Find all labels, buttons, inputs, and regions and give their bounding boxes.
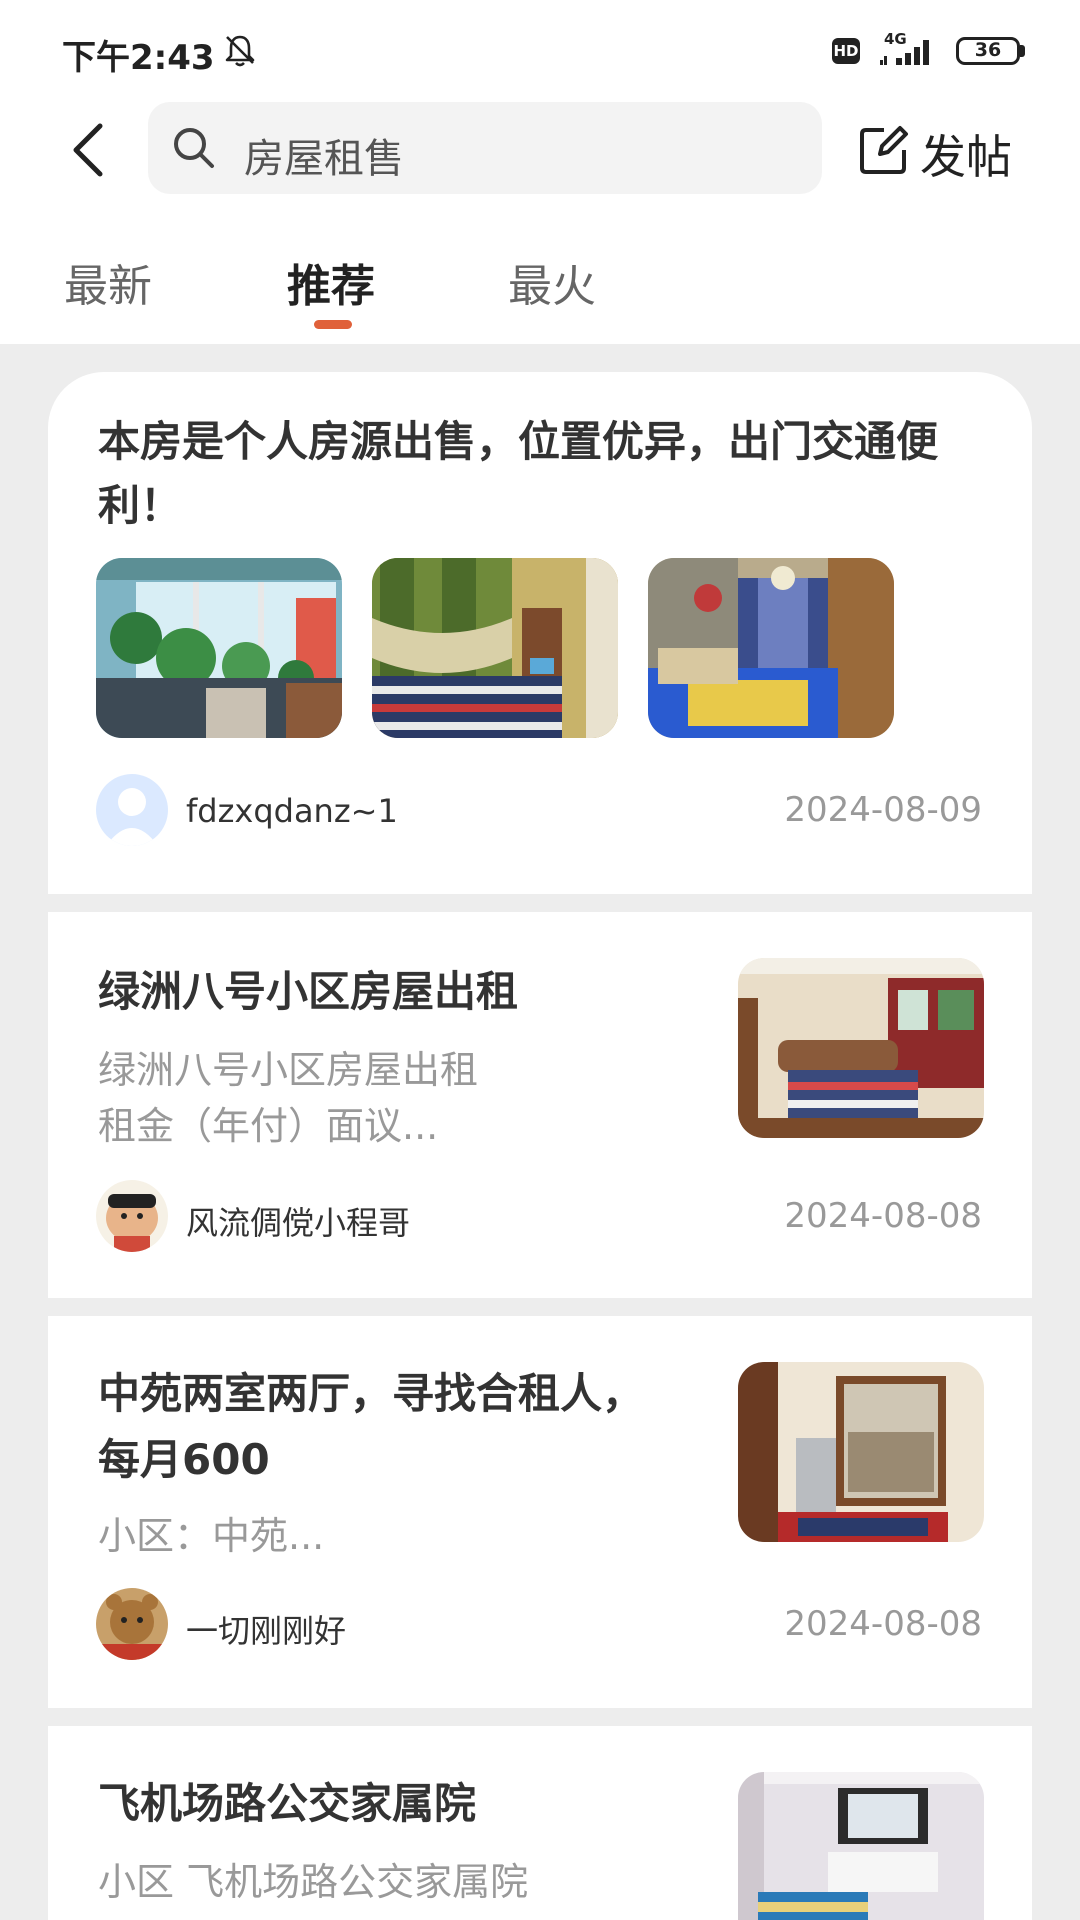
hd-badge: HD — [832, 38, 860, 64]
back-button[interactable] — [64, 118, 114, 182]
edit-icon — [860, 126, 908, 174]
avatar-icon[interactable] — [96, 1180, 168, 1252]
battery-icon: 36 — [956, 37, 1020, 65]
app-screen: 下午2:43 HD 4G 36 房屋租售 发帖 最新 推荐 最火 本房是个人房源… — [0, 0, 1080, 1920]
battery-cap — [1020, 45, 1025, 57]
bedroom-green-curtain-photo[interactable] — [372, 558, 618, 738]
search-input[interactable]: 房屋租售 — [148, 102, 822, 194]
signal-icon — [880, 40, 929, 65]
post-title: 中苑两室两厅，寻找合租人， — [98, 1369, 645, 1418]
room-window-photo[interactable] — [738, 1772, 984, 1920]
post-author[interactable]: 风流倜傥小程哥 — [186, 1198, 410, 1244]
post-title: 绿洲八号小区房屋出租 — [98, 967, 519, 1016]
balcony-plants-photo[interactable] — [96, 558, 342, 738]
post-description: 租金（年付）面议... — [98, 1104, 439, 1148]
post-card[interactable]: 本房是个人房源出售，位置优异，出门交通便利！ fdzxqdanz~1 2024-… — [48, 372, 1032, 894]
post-title-line2: 每月600 — [98, 1435, 270, 1484]
search-query: 房屋租售 — [244, 136, 404, 182]
status-time: 下午2:43 — [62, 38, 215, 78]
post-title: 本房是个人房源出售，位置优异，出门交通便利！ — [98, 417, 939, 530]
post-date: 2024-08-08 — [784, 1196, 982, 1236]
living-room-blue-carpet-photo[interactable] — [648, 558, 894, 738]
post-description: 小区 飞机场路公交家属院 — [98, 1860, 529, 1904]
post-button[interactable]: 发帖 — [858, 118, 1038, 184]
post-card[interactable]: 中苑两室两厅，寻找合租人， 每月600 小区：中苑... 一切刚刚好 2024-… — [48, 1316, 1032, 1708]
post-author[interactable]: 一切刚刚好 — [186, 1606, 346, 1652]
bedroom-photo[interactable] — [738, 958, 984, 1138]
post-label: 发帖 — [920, 130, 1012, 184]
post-author[interactable]: fdzxqdanz~1 — [186, 792, 398, 830]
avatar-icon[interactable] — [96, 1588, 168, 1660]
active-tab-indicator — [314, 320, 352, 329]
battery-percent: 36 — [974, 39, 1002, 61]
post-description: 绿洲八号小区房屋出租 — [98, 1048, 479, 1092]
post-card[interactable]: 绿洲八号小区房屋出租 绿洲八号小区房屋出租 租金（年付）面议... 风流倜傥小程… — [48, 912, 1032, 1298]
post-card[interactable]: 飞机场路公交家属院 小区 飞机场路公交家属院 — [48, 1726, 1032, 1920]
tab-recommended[interactable]: 推荐 — [287, 250, 375, 314]
post-title: 飞机场路公交家属院 — [98, 1779, 477, 1828]
tab-hottest[interactable]: 最火 — [508, 250, 596, 314]
top-bar: 下午2:43 HD 4G 36 房屋租售 发帖 最新 推荐 最火 — [0, 0, 1080, 344]
post-date: 2024-08-09 — [784, 790, 982, 830]
post-description: 小区：中苑... — [98, 1514, 325, 1558]
bell-muted-icon — [225, 35, 255, 67]
post-date: 2024-08-08 — [784, 1604, 982, 1644]
kitchen-photo[interactable] — [738, 1362, 984, 1542]
avatar-icon[interactable] — [96, 774, 168, 846]
tab-latest[interactable]: 最新 — [64, 250, 152, 314]
search-icon — [174, 128, 214, 168]
